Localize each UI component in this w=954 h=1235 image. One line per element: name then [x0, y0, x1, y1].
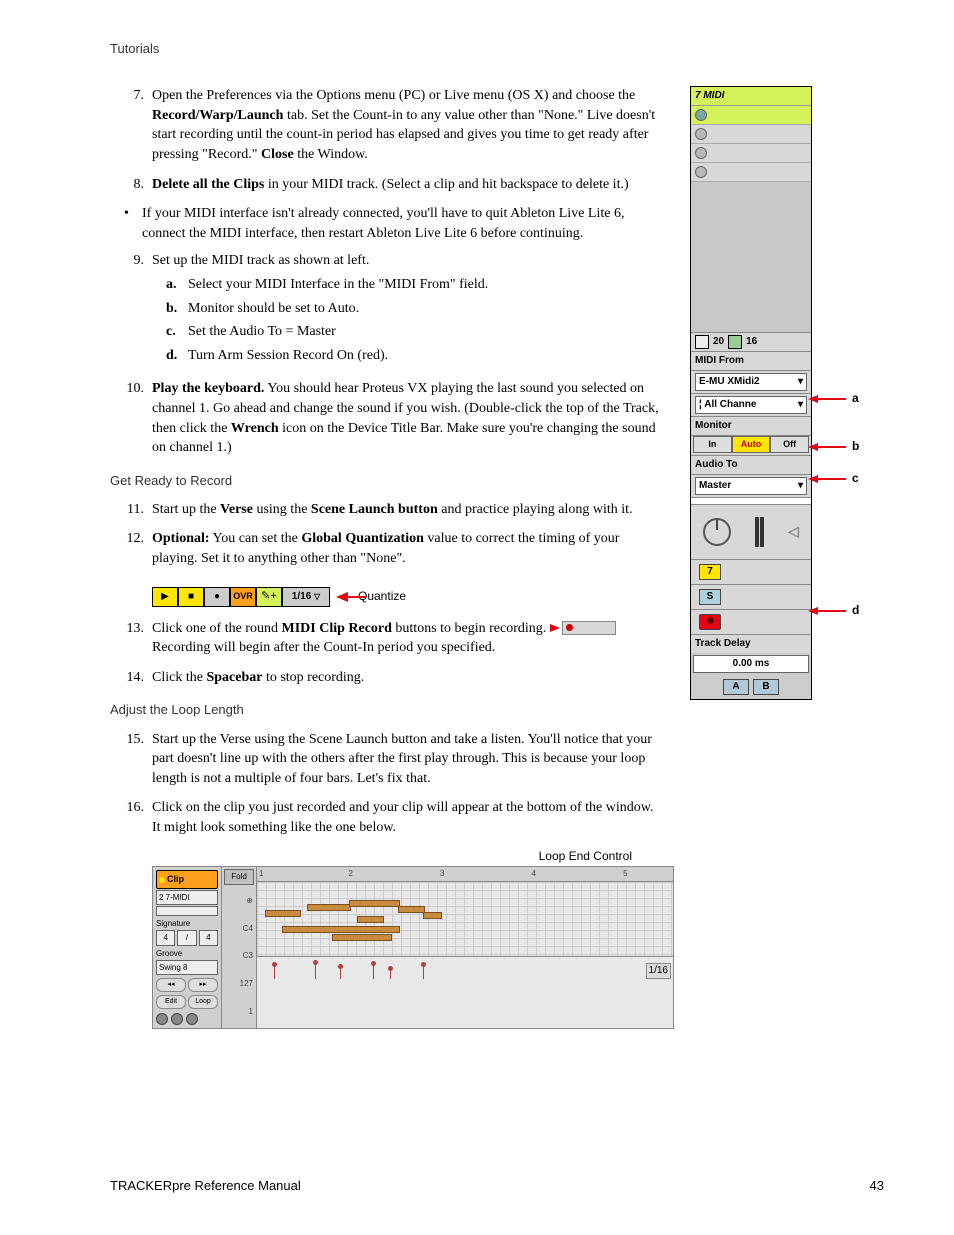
step-11-body: Start up the Verse using the Scene Launc…: [152, 500, 660, 520]
step-10-body: Play the keyboard. You should hear Prote…: [152, 379, 660, 457]
pan-knob-icon: [703, 518, 731, 546]
clip-record-button-icon: [562, 621, 616, 635]
monitor-label: Monitor: [691, 416, 811, 435]
step-9: 9. Set up the MIDI track as shown at lef…: [110, 251, 660, 369]
monitor-in: In: [693, 436, 732, 453]
step-7-body: Open the Preferences via the Options men…: [152, 86, 660, 164]
monitor-off: Off: [770, 436, 809, 453]
meter-icon: [755, 517, 764, 547]
play-icon: ▶: [152, 587, 178, 607]
callout-c: c: [808, 470, 859, 487]
callout-b: b: [808, 438, 859, 455]
bullet-midi-interface: • If your MIDI interface isn't already c…: [124, 204, 660, 243]
clip-editor-figure: Clip 2 7-MIDI Signature 4 / 4 Groove Swi…: [152, 866, 674, 1028]
callout-a: a: [808, 390, 859, 407]
page-header: Tutorials: [110, 40, 884, 58]
crossfade-a: A: [723, 679, 749, 695]
loop-end-control-label: Loop End Control: [110, 848, 632, 865]
midi-from-dropdown: E-MU XMidi2▾: [695, 373, 807, 391]
mixer-knobs: ◁: [691, 504, 811, 559]
monitor-auto: Auto: [732, 436, 771, 453]
arrow-left-icon: [336, 592, 348, 602]
channel-dropdown: ¦ All Channe▾: [695, 396, 807, 414]
footer-manual-title: TRACKERpre Reference Manual: [110, 1177, 301, 1195]
midi-from-label: MIDI From: [691, 351, 811, 370]
step-7: 7. Open the Preferences via the Options …: [110, 86, 660, 164]
arm-record-button: [699, 614, 721, 630]
ovr-button: OVR: [230, 587, 256, 607]
clip-name-field: 2 7-MIDI: [156, 890, 218, 905]
transport-bar-figure: ▶ ■ ● OVR ✎+ 1/16 ▽ Quantize: [152, 587, 406, 607]
track-delay-value: 0.00 ms: [693, 655, 809, 673]
step-12-body: Optional: You can set the Global Quantiz…: [152, 529, 660, 568]
clip-slot: [691, 163, 811, 182]
step-12: 12. Optional: You can set the Global Qua…: [110, 529, 660, 568]
clip-slot: [691, 106, 811, 125]
audio-to-label: Audio To: [691, 455, 811, 474]
step-16-body: Click on the clip you just recorded and …: [152, 798, 660, 837]
step-15-body: Start up the Verse using the Scene Launc…: [152, 730, 660, 789]
timeline-ruler: 1 2 3 4 5: [257, 867, 673, 882]
step-14: 14. Click the Spacebar to stop recording…: [110, 668, 660, 688]
sends-row: 20 16: [691, 332, 811, 351]
step-15: 15. Start up the Verse using the Scene L…: [110, 730, 660, 789]
step-13: 13. Click one of the round MIDI Clip Rec…: [110, 619, 660, 658]
audio-to-dropdown: Master▾: [695, 477, 807, 495]
step-16: 16. Click on the clip you just recorded …: [110, 798, 660, 837]
velocity-lane: 1/16: [257, 956, 673, 981]
pencil-icon: ✎+: [256, 587, 282, 607]
step-14-body: Click the Spacebar to stop recording.: [152, 668, 660, 688]
step-8: 8. Delete all the Clips in your MIDI tra…: [110, 175, 660, 195]
arrow-right-icon: [550, 624, 560, 632]
stop-icon: ■: [178, 587, 204, 607]
quantize-dropdown: 1/16 ▽: [282, 587, 330, 607]
fold-button: Fold: [224, 869, 254, 884]
step-11: 11. Start up the Verse using the Scene L…: [110, 500, 660, 520]
clip-slot: [691, 125, 811, 144]
solo-button: S: [699, 589, 721, 605]
section-adjust-loop: Adjust the Loop Length: [110, 701, 660, 719]
midi-notes-grid: [257, 882, 673, 956]
step-13-pre: Click one of the round MIDI Clip Record …: [152, 621, 546, 636]
clip-header: Clip: [156, 870, 218, 889]
midi-track-panel-figure: 7 MIDI 20 16 MIDI From E-MU XMidi2▾ ¦ Al…: [690, 86, 812, 700]
step-10: 10. Play the keyboard. You should hear P…: [110, 379, 660, 457]
record-icon: ●: [204, 587, 230, 607]
callout-d: d: [808, 602, 859, 619]
crossfade-b: B: [753, 679, 779, 695]
footer-page-number: 43: [870, 1177, 884, 1195]
main-content: 7. Open the Preferences via the Options …: [110, 86, 660, 1028]
clip-slot: [691, 144, 811, 163]
section-get-ready: Get Ready to Record: [110, 472, 660, 490]
grid-resolution: 1/16: [646, 963, 671, 979]
track-delay-label: Track Delay: [691, 634, 811, 653]
track-number-button: 7: [699, 564, 721, 580]
step-8-body: Delete all the Clips in your MIDI track.…: [152, 175, 660, 195]
track-title: 7 MIDI: [691, 87, 811, 106]
